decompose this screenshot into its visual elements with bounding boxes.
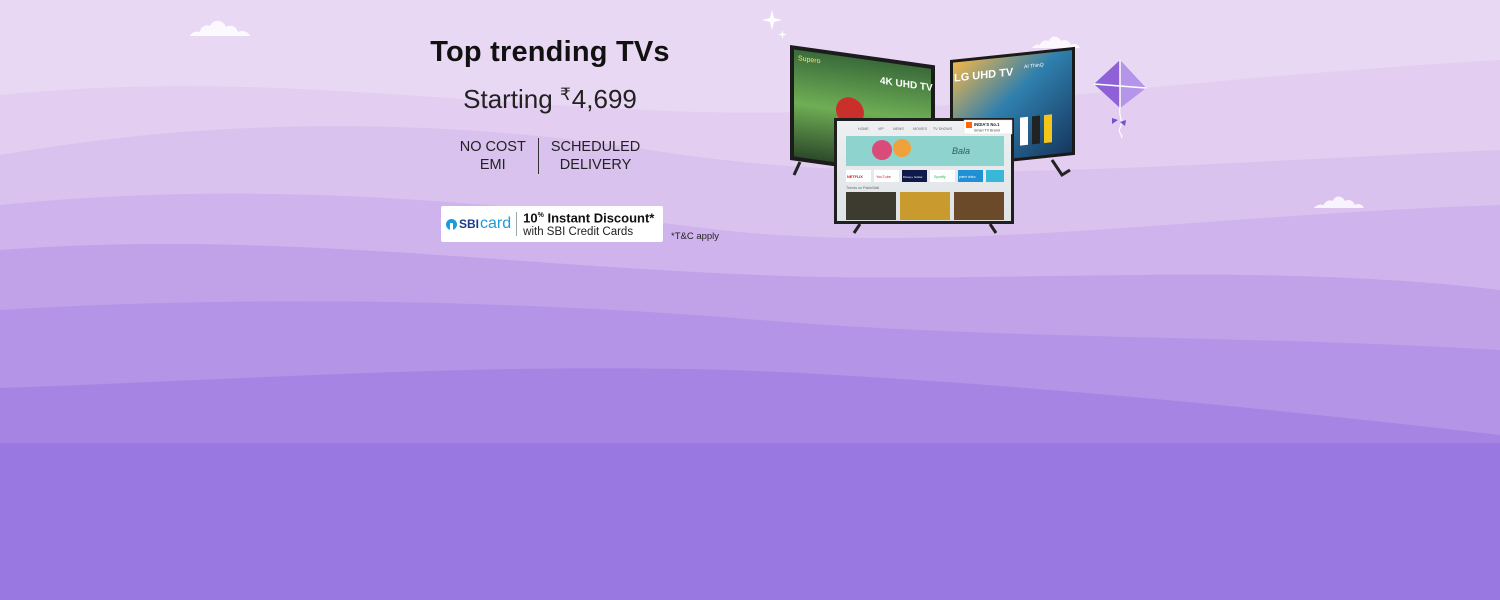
discount-line: 10% Instant Discount* [523,208,654,225]
features-row: NO COST EMI SCHEDULED DELIVERY [440,138,660,174]
tv-feature-title: Bala [952,146,970,156]
discount-text: Instant Discount* [547,210,655,226]
tv-center: HOME VIP NEWS MOVIES TV SHOWS INDIA'S No… [834,118,1014,234]
sbi-logo-card-text: card [480,215,512,232]
tv-nav-item: MOVIES [913,127,928,131]
feature-line: NO COST [459,139,526,155]
bank-offer-badge: SBI card 10% Instant Discount* with SBI … [441,206,663,242]
bank-offer-text: 10% Instant Discount* with SBI Credit Ca… [517,208,654,240]
discount-value: 10 [523,210,538,226]
feature-line: DELIVERY [559,157,632,173]
sbi-card-logo: SBI card [446,212,518,236]
cloud-icon [190,20,250,36]
discount-unit: % [537,211,544,219]
tv-center-badge-line1: INDIA'S No.1 [974,122,1000,127]
tv-app-tile: NETFLIX [847,175,863,179]
terms-note: *T&C apply [671,231,720,242]
currency-symbol: ₹ [559,85,571,104]
price-prefix: Starting [463,84,553,114]
tv-nav-item: TV SHOWS [933,127,953,131]
sbi-logo-text: SBI [459,217,480,231]
cloud-icon [1314,196,1364,208]
background-waves [0,0,1500,600]
tv-app-tile: prime video [959,175,976,179]
feature-no-cost-emi: NO COST EMI [448,138,538,174]
starting-price: Starting ₹4,699 [400,84,700,115]
tv-row-label: Trends on PatchWall [846,186,879,190]
tv-app-tile: Disney+ hotstar [903,175,923,179]
tv-nav-item: NEWS [893,127,904,131]
sparkle-icon [762,10,782,30]
tv-nav-item: VIP [878,127,884,131]
sbi-logo-icon [446,218,457,230]
headline: Top trending TVs [430,36,670,68]
tv-app-tile: YouTube [876,175,891,179]
discount-subtitle: with SBI Credit Cards [523,226,634,239]
promo-banner[interactable]: Top trending TVs Starting ₹4,699 NO COST… [0,0,1500,600]
tv-center-badge-line2: Smart TV Brand [974,129,1000,133]
price-value: 4,699 [571,84,637,114]
tv-products-image[interactable]: 4K UHD TV Supero LG UHD TV AI ThinQ HOME… [770,30,1110,250]
feature-line: EMI [479,157,506,173]
feature-line: SCHEDULED [550,139,641,155]
tv-app-tile: Spotify [934,175,946,179]
feature-scheduled-delivery: SCHEDULED DELIVERY [539,138,652,174]
tv-nav-item: HOME [858,127,869,131]
